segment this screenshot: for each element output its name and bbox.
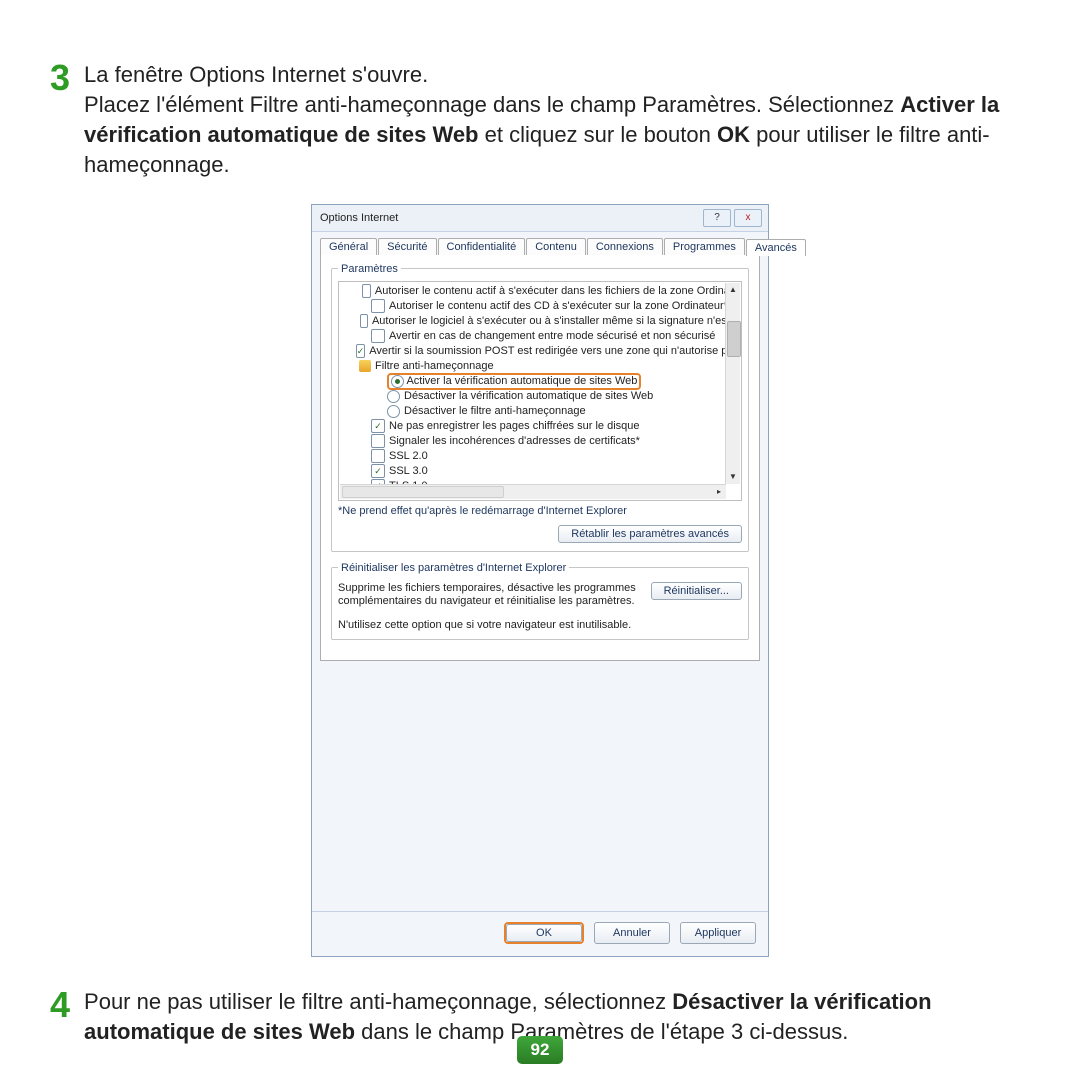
tab-programmes[interactable]: Programmes [664, 238, 745, 255]
dialog-wrap: Options Internet ? x Général Sécurité Co… [50, 204, 1030, 958]
help-button[interactable]: ? [703, 209, 731, 227]
parametres-legend: Paramètres [338, 263, 401, 275]
opt-ssl3: SSL 3.0 [389, 465, 428, 477]
opt-4: Avertir en cas de changement entre mode … [389, 330, 715, 342]
internet-options-dialog: Options Internet ? x Général Sécurité Co… [311, 204, 769, 958]
step3-l2c: et cliquez sur le bouton [479, 122, 717, 147]
group-parametres: Paramètres Autoriser le contenu actif à … [331, 263, 749, 552]
opt-7: Signaler les incohérences d'adresses de … [389, 435, 640, 447]
apply-button[interactable]: Appliquer [680, 922, 756, 944]
reset-description: Supprime les fichiers temporaires, désac… [338, 582, 638, 610]
restore-advanced-button[interactable]: Rétablir les paramètres avancés [558, 525, 742, 543]
opt-6: Ne pas enregistrer les pages chiffrées s… [389, 420, 640, 432]
dialog-body: Paramètres Autoriser le contenu actif à … [320, 255, 760, 662]
check-icon[interactable] [371, 329, 385, 343]
settings-tree[interactable]: Autoriser le contenu actif à s'exécuter … [338, 281, 742, 501]
radio-icon[interactable] [391, 375, 404, 388]
radio-icon[interactable] [387, 390, 400, 403]
close-button[interactable]: x [734, 209, 762, 227]
step3-bold2: OK [717, 122, 750, 147]
opt-1: Autoriser le contenu actif à s'exécuter … [375, 285, 739, 297]
settings-list: Autoriser le contenu actif à s'exécuter … [339, 282, 741, 500]
scroll-thumb[interactable] [727, 321, 741, 357]
opt-ssl2: SSL 2.0 [389, 450, 428, 462]
shield-icon [359, 360, 371, 372]
horizontal-scrollbar[interactable]: ◂ ▸ [340, 484, 726, 499]
window-title: Options Internet [318, 212, 398, 224]
radio-icon[interactable] [387, 405, 400, 418]
dialog-footer: OK Annuler Appliquer [312, 911, 768, 956]
scroll-down-icon[interactable]: ▼ [726, 470, 740, 484]
tab-confidentialite[interactable]: Confidentialité [438, 238, 526, 255]
step3-line1: La fenêtre Options Internet s'ouvre. [84, 62, 428, 87]
check-icon[interactable]: ✓ [356, 344, 366, 358]
tab-contenu[interactable]: Contenu [526, 238, 586, 255]
tabstrip: Général Sécurité Confidentialité Contenu… [320, 238, 760, 255]
step-3-text: La fenêtre Options Internet s'ouvre. Pla… [84, 60, 1030, 180]
step-number-4: 4 [50, 987, 70, 1023]
page-number-badge: 92 [517, 1036, 563, 1064]
cancel-button[interactable]: Annuler [594, 922, 670, 944]
tab-securite[interactable]: Sécurité [378, 238, 436, 255]
scroll-up-icon[interactable]: ▲ [726, 283, 740, 297]
tab-avances[interactable]: Avancés [746, 239, 806, 256]
opt-2: Autoriser le contenu actif des CD à s'ex… [389, 300, 728, 312]
ok-highlight: OK [504, 922, 584, 944]
ok-button[interactable]: OK [506, 924, 582, 942]
scroll-right-icon[interactable]: ▸ [712, 485, 726, 499]
phishing-header: Filtre anti-hameçonnage [375, 360, 494, 372]
titlebar-buttons: ? x [703, 209, 762, 227]
vertical-scrollbar[interactable]: ▲ ▼ [725, 283, 740, 484]
highlight-activate: Activer la vérification automatique de s… [387, 373, 641, 390]
opt-5: Avertir si la soumission POST est rediri… [369, 345, 739, 357]
radio-deactivate-filter: Désactiver le filtre anti-hameçonnage [404, 405, 586, 417]
tab-general[interactable]: Général [320, 238, 377, 255]
check-icon[interactable]: ✓ [371, 419, 385, 433]
reset-warning: N'utilisez cette option que si votre nav… [338, 619, 742, 631]
step4-c: dans le champ Paramètres de l'étape 3 ci… [355, 1019, 848, 1044]
radio-activate: Activer la vérification automatique de s… [406, 375, 637, 387]
check-icon[interactable] [371, 449, 385, 463]
check-icon[interactable] [371, 434, 385, 448]
reset-button[interactable]: Réinitialiser... [651, 582, 742, 600]
check-icon[interactable] [360, 314, 368, 328]
restart-note: *Ne prend effet qu'après le redémarrage … [338, 505, 742, 517]
check-icon[interactable] [371, 299, 385, 313]
hscroll-thumb[interactable] [342, 486, 504, 498]
tab-connexions[interactable]: Connexions [587, 238, 663, 255]
group-reset: Réinitialiser les paramètres d'Internet … [331, 562, 749, 641]
radio-deactivate-verif: Désactiver la vérification automatique d… [404, 390, 653, 402]
reset-legend: Réinitialiser les paramètres d'Internet … [338, 562, 569, 574]
step3-l2a: Placez l'élément Filtre anti-hameçonnage… [84, 92, 900, 117]
step4-a: Pour ne pas utiliser le filtre anti-hame… [84, 989, 672, 1014]
step-number-3: 3 [50, 60, 70, 96]
check-icon[interactable] [362, 284, 371, 298]
step-3: 3 La fenêtre Options Internet s'ouvre. P… [50, 60, 1030, 180]
opt-3: Autoriser le logiciel à s'exécuter ou à … [372, 315, 739, 327]
titlebar: Options Internet ? x [312, 205, 768, 232]
check-icon[interactable]: ✓ [371, 464, 385, 478]
